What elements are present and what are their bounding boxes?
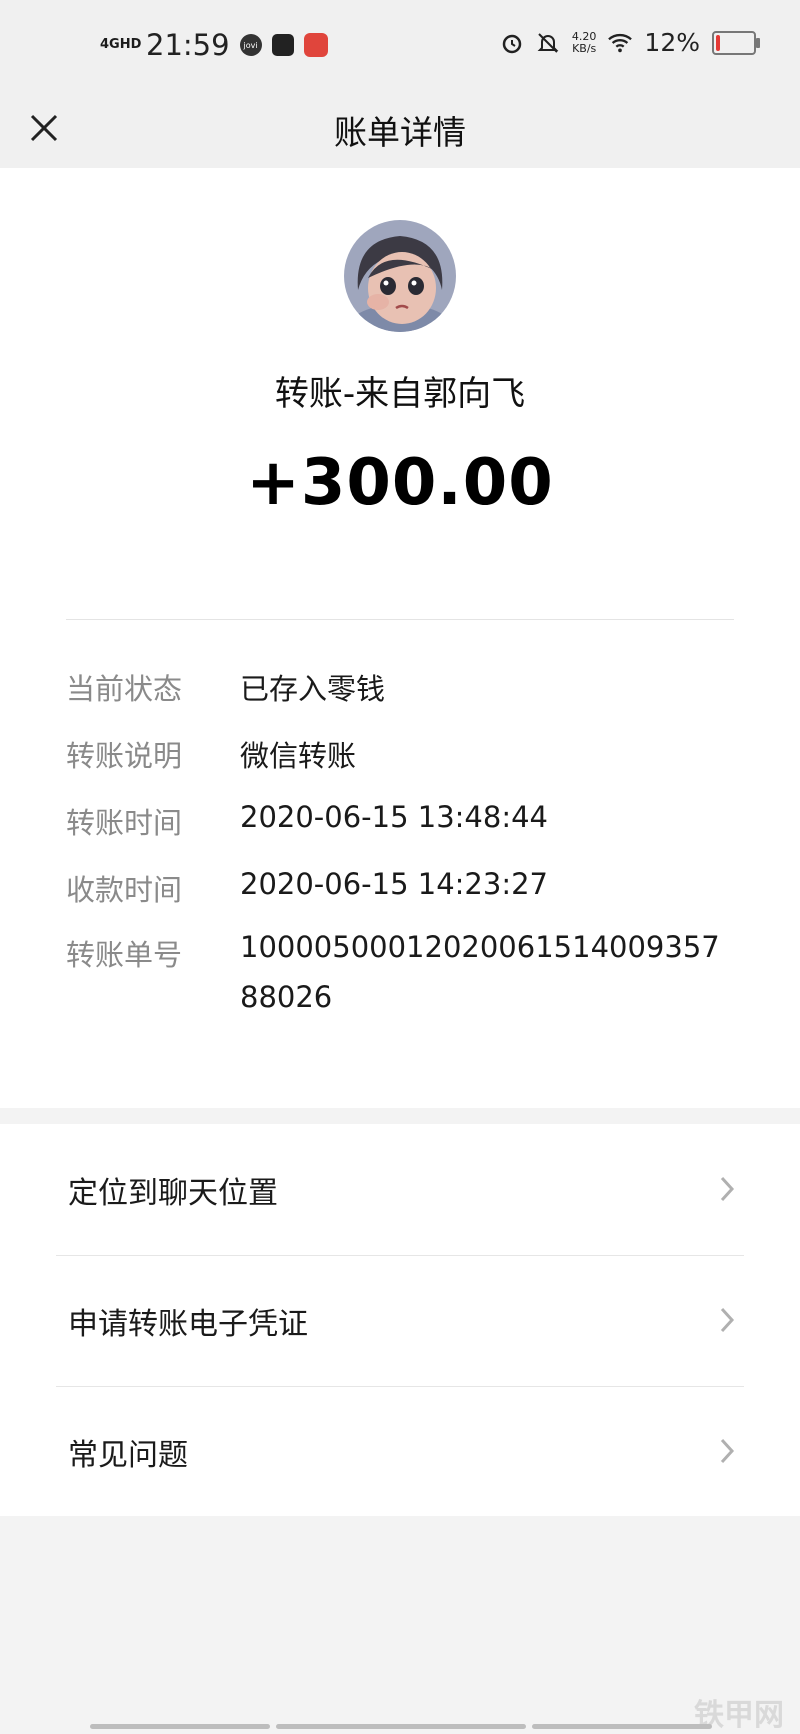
detail-value: 2020-06-15 14:23:27 (240, 867, 548, 901)
chevron-right-icon (720, 1438, 735, 1464)
detail-value: 已存入零钱 (240, 672, 386, 706)
menu-item-label: 申请转账电子凭证 (68, 1307, 308, 1342)
menu-item-locate-chat[interactable]: 定位到聊天位置 (0, 1124, 800, 1255)
alarm-icon (500, 31, 524, 55)
detail-row-note: 转账说明 微信转账 (66, 733, 736, 775)
battery-percent: 12% (644, 28, 700, 57)
network-speed: 4.20 KB/s (572, 30, 597, 55)
gesture-bar (90, 1724, 270, 1729)
menu-item-e-voucher[interactable]: 申请转账电子凭证 (0, 1255, 800, 1386)
nav-bar: 账单详情 (0, 88, 800, 168)
jovi-icon: jovi (239, 34, 262, 56)
mute-bell-icon (536, 31, 560, 55)
divider (66, 619, 734, 620)
battery-icon (712, 30, 760, 55)
status-bar: 4GHD 21:59 jovi 4.20 KB/s 12% (0, 0, 800, 88)
transfer-card: 转账-来自郭向飞 +300.00 当前状态 已存入零钱 转账说明 微信转账 转账… (0, 168, 800, 1108)
order-number[interactable]: 10000500012020061514009357880​26 (240, 922, 736, 1022)
status-left: 4GHD 21:59 jovi (100, 28, 328, 62)
menu-item-label: 常见问题 (68, 1438, 188, 1473)
transfer-amount: +300.00 (246, 446, 554, 520)
app-notification-icon-red (303, 33, 328, 57)
network-indicator: 4GHD (100, 37, 142, 52)
menu-item-faq[interactable]: 常见问题 (0, 1386, 800, 1517)
clock: 21:59 (146, 28, 230, 62)
payer-name: 转账-来自郭向飞 (274, 374, 526, 414)
avatar-image (344, 220, 456, 332)
detail-label: 转账说明 (66, 739, 183, 773)
gesture-bar (276, 1724, 526, 1729)
app-notification-icon (271, 34, 294, 56)
detail-row-order-number: 转账单号 10000500012020061514009357880​26 (66, 922, 736, 1022)
detail-value: 微信转账 (240, 739, 357, 773)
detail-label: 转账单号 (66, 938, 183, 972)
page-title: 账单详情 (334, 113, 466, 152)
battery-level (716, 34, 720, 51)
detail-label: 转账时间 (66, 806, 183, 840)
menu-item-label: 定位到聊天位置 (68, 1176, 278, 1211)
speed-unit: KB/s (572, 41, 597, 55)
chevron-right-icon (720, 1307, 735, 1333)
detail-row-status: 当前状态 已存入零钱 (66, 666, 736, 708)
status-right: 4.20 KB/s 12% (500, 28, 760, 57)
avatar[interactable] (344, 220, 456, 332)
detail-row-transfer-time: 转账时间 2020-06-15 13:48:44 (66, 800, 736, 842)
wifi-icon (608, 31, 633, 55)
detail-value: 2020-06-15 13:48:44 (240, 800, 548, 834)
detail-label: 收款时间 (66, 873, 183, 907)
gesture-bar (532, 1724, 712, 1729)
detail-label: 当前状态 (66, 672, 183, 706)
detail-row-receive-time: 收款时间 2020-06-15 14:23:27 (66, 867, 736, 909)
action-menu: 定位到聊天位置 申请转账电子凭证 常见问题 (0, 1124, 800, 1516)
chevron-right-icon (720, 1176, 735, 1202)
